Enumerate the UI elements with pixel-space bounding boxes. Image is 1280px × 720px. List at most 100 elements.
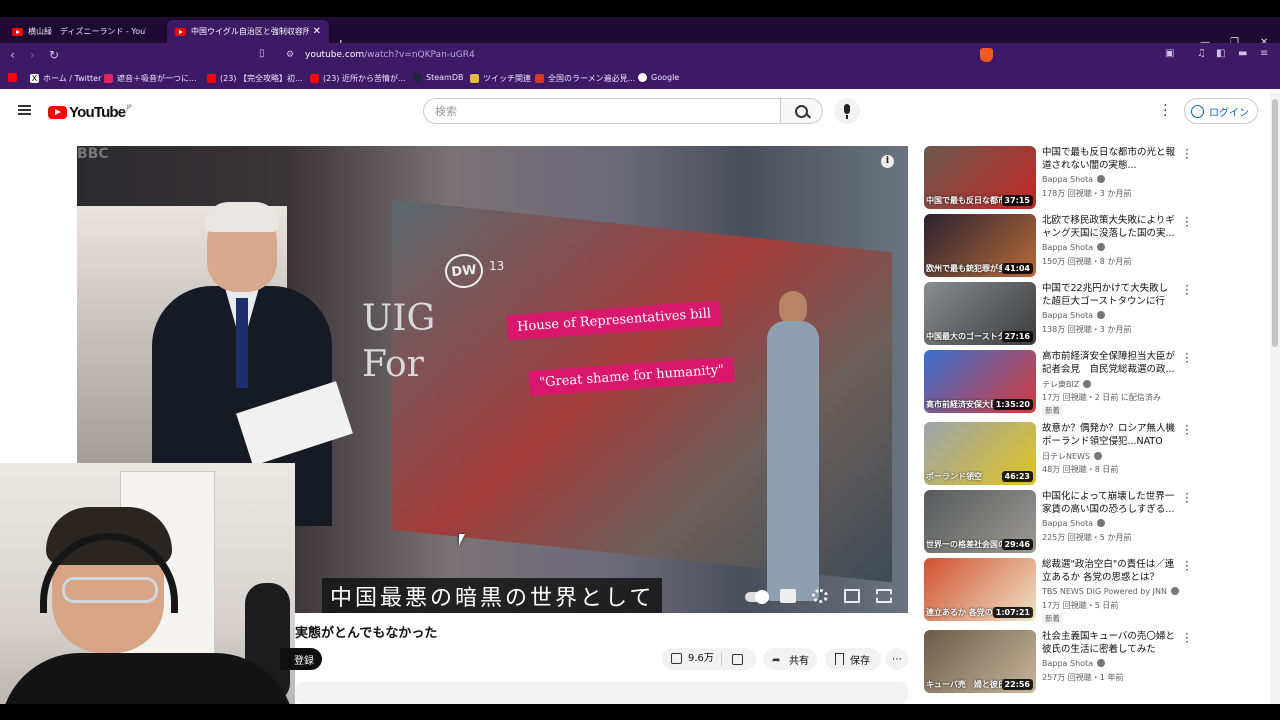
more-actions-button[interactable]: ⋯: [886, 648, 908, 670]
bookmark-neighbor[interactable]: (23) 近所から苦情が...: [310, 73, 406, 84]
view-meta: 138万 回視聴・3 か月前: [1042, 325, 1132, 334]
presenter-figure: [767, 291, 819, 601]
theater-mode-icon[interactable]: [844, 589, 860, 603]
media-icon[interactable]: ♫: [1197, 48, 1206, 59]
channel-name: Bappa Shota: [1042, 243, 1094, 252]
microphone-icon[interactable]: [834, 98, 860, 124]
hamburger-menu-icon[interactable]: [18, 105, 31, 115]
recommendation-item[interactable]: 高市前経済安保大臣 1:35:20 高市前経済安全保障担当大臣が記者会見 自民党総裁…: [924, 348, 1270, 416]
forward-icon[interactable]: ›: [30, 48, 35, 62]
wallet-icon[interactable]: ▬: [1238, 48, 1247, 59]
recommendation-menu-icon[interactable]: · · ·: [1185, 556, 1189, 576]
video-thumbnail[interactable]: 高市前経済安保大臣 1:35:20: [924, 350, 1036, 413]
settings-menu-icon[interactable]: · · ·: [1163, 99, 1167, 123]
channel-row[interactable]: Bappa Shota: [1042, 519, 1106, 528]
recommendation-menu-icon[interactable]: · · ·: [1185, 628, 1189, 648]
youtube-icon: [207, 74, 216, 83]
recommendation-item[interactable]: 世界一の格差社会国の実 29:46 中国化によって崩壊した世界一家賃の高い国の恐ろし…: [924, 488, 1270, 554]
recommendation-item[interactable]: 連立あるか 各党の思 1:07:21 総裁選"政治空白"の責任は／連立あるか 各党の…: [924, 556, 1270, 624]
sidebar-toggle-icon[interactable]: ▣: [1165, 48, 1174, 59]
recommendation-menu-icon[interactable]: · · ·: [1185, 212, 1189, 232]
url-path: /watch?v=nQKPan-uGR4: [364, 50, 475, 60]
description-box[interactable]: [295, 682, 908, 704]
channel-row[interactable]: Bappa Shota: [1042, 175, 1106, 184]
thumbnail-caption: 中国で最も反日な都市: [926, 196, 1006, 205]
bookmark-twitter[interactable]: X ホーム / Twitter: [30, 73, 101, 84]
duration-badge: 29:46: [1001, 539, 1033, 550]
tab-disneyland[interactable]: 横山緑 ディズニーランド - YouTube: [4, 20, 164, 43]
search-placeholder: 検索: [435, 105, 457, 118]
page-scrollbar[interactable]: [1270, 93, 1280, 704]
dislike-icon[interactable]: [732, 654, 743, 665]
recommendation-menu-icon[interactable]: · · ·: [1185, 348, 1189, 368]
like-icon[interactable]: [671, 653, 682, 664]
menu-icon[interactable]: ≡: [1260, 48, 1268, 59]
duration-badge: 37:15: [1001, 195, 1033, 206]
settings-gear-icon[interactable]: [812, 589, 828, 603]
autoplay-toggle[interactable]: [745, 590, 769, 604]
bookmark-label: SteamDB: [426, 73, 464, 82]
reload-icon[interactable]: ↻: [49, 48, 59, 62]
recommendation-title[interactable]: 故意か？偶発か？ロシア無人機ポーランド領空侵犯...NATO加...: [1042, 422, 1177, 448]
login-button[interactable]: ログイン: [1184, 98, 1258, 124]
recommendation-menu-icon[interactable]: · · ·: [1185, 280, 1189, 300]
bookmark-google[interactable]: Google: [638, 73, 679, 82]
brave-shield-icon[interactable]: [980, 48, 993, 62]
recommendation-item[interactable]: 欧州で最も銃犯罪が多い 41:04 北欧で移民政策大失敗によりギャング天国に没落した…: [924, 212, 1270, 278]
recommendation-title[interactable]: 北欧で移民政策大失敗によりギャング天国に没落した国の実...: [1042, 214, 1177, 240]
youtube-logo[interactable]: YouTube JP: [48, 104, 132, 121]
channel-row[interactable]: Bappa Shota: [1042, 243, 1106, 252]
video-thumbnail[interactable]: 欧州で最も銃犯罪が多い 41:04: [924, 214, 1036, 277]
video-thumbnail[interactable]: 中国最大のゴーストタウン 27:16: [924, 282, 1036, 345]
video-thumbnail[interactable]: 連立あるか 各党の思 1:07:21: [924, 558, 1036, 621]
channel-row[interactable]: Bappa Shota: [1042, 311, 1106, 320]
recommendation-item[interactable]: キューバ売 婦と彼氏のリア 22:56 社会主義国キューバの売〇婦と彼氏の生活に密着…: [924, 628, 1270, 694]
video-thumbnail[interactable]: 中国で最も反日な都市 37:15: [924, 146, 1036, 209]
bookmark-youtube[interactable]: [8, 73, 21, 82]
search-input[interactable]: 検索: [423, 98, 781, 124]
tab-uyghur-video[interactable]: 中国ウイグル自治区と強制収容所の ✕: [167, 20, 329, 43]
bookmark-guide[interactable]: (23) 【完全攻略】初...: [207, 73, 303, 84]
recommendation-title[interactable]: 総裁選"政治空白"の責任は／連立あるか 各党の思惑とは？【...: [1042, 558, 1177, 584]
video-thumbnail[interactable]: キューバ売 婦と彼氏のリア 22:56: [924, 630, 1036, 693]
channel-row[interactable]: Bappa Shota: [1042, 659, 1106, 668]
bookmark-ramen[interactable]: 全国のラーメン遍必見...: [535, 73, 635, 84]
address-bar[interactable]: youtube.com/watch?v=nQKPan-uGR4: [305, 50, 475, 60]
bookmark-folder-twitch[interactable]: ツイッチ関連: [470, 73, 531, 84]
video-thumbnail[interactable]: ポーランド領空 46:23: [924, 422, 1036, 485]
share-button[interactable]: ➦ 共有: [763, 648, 817, 670]
verified-icon: [1094, 452, 1103, 460]
recommendation-title[interactable]: 高市前経済安全保障担当大臣が記者会見 自民党総裁選の政...: [1042, 350, 1177, 376]
search-icon[interactable]: [781, 98, 823, 124]
recommendation-item[interactable]: ポーランド領空 46:23 故意か？偶発か？ロシア無人機ポーランド領空侵犯...NA…: [924, 420, 1270, 486]
channel-row[interactable]: 日テレNEWS: [1042, 451, 1103, 462]
recommendation-title[interactable]: 中国で最も反日な都市の光と報道されない闇の実態...: [1042, 146, 1177, 172]
video-thumbnail[interactable]: 世界一の格差社会国の実 29:46: [924, 490, 1036, 553]
recommendation-item[interactable]: 中国最大のゴーストタウン 27:16 中国で22兆円かけて大失敗した超巨大ゴーストタ…: [924, 280, 1270, 346]
news-anchor-figure: [137, 202, 357, 526]
bookmark-steamdb[interactable]: SteamDB: [413, 73, 463, 82]
info-icon[interactable]: i: [881, 155, 894, 168]
split-view-icon[interactable]: ◧: [1216, 48, 1225, 59]
recommendation-menu-icon[interactable]: · · ·: [1185, 420, 1189, 440]
recommendation-menu-icon[interactable]: · · ·: [1185, 144, 1189, 164]
back-icon[interactable]: ‹: [10, 48, 15, 62]
subscribe-button[interactable]: 登録: [280, 648, 322, 670]
site-info-icon[interactable]: ⚙: [286, 50, 294, 60]
recommendation-title[interactable]: 社会主義国キューバの売〇婦と彼氏の生活に密着してみた: [1042, 630, 1177, 656]
save-button[interactable]: 保存: [825, 648, 881, 670]
close-tab-icon[interactable]: ✕: [313, 26, 321, 37]
channel-row[interactable]: テレ東BIZ: [1042, 379, 1092, 390]
recommendation-title[interactable]: 中国化によって崩壊した世界一家賃の高い国の恐ろしすぎる...: [1042, 490, 1177, 516]
recommendation-title[interactable]: 中国で22兆円かけて大失敗した超巨大ゴーストタウンに行っ...: [1042, 282, 1177, 308]
bookmark-soundproof[interactable]: 遮音＋吸音が一つに...: [104, 73, 197, 84]
steam-icon: [413, 73, 422, 82]
channel-row[interactable]: TBS NEWS DIG Powered by JNN: [1042, 587, 1179, 596]
captions-icon[interactable]: [780, 589, 796, 603]
recommendation-item[interactable]: 中国で最も反日な都市 37:15 中国で最も反日な都市の光と報道されない闇の実態..…: [924, 144, 1270, 210]
recommendation-menu-icon[interactable]: · · ·: [1185, 488, 1189, 508]
scrollbar-thumb[interactable]: [1272, 99, 1278, 347]
fullscreen-icon[interactable]: [876, 589, 892, 603]
bookmark-label: ツイッチ関連: [483, 74, 531, 83]
bookmark-icon[interactable]: ▯: [259, 48, 265, 59]
